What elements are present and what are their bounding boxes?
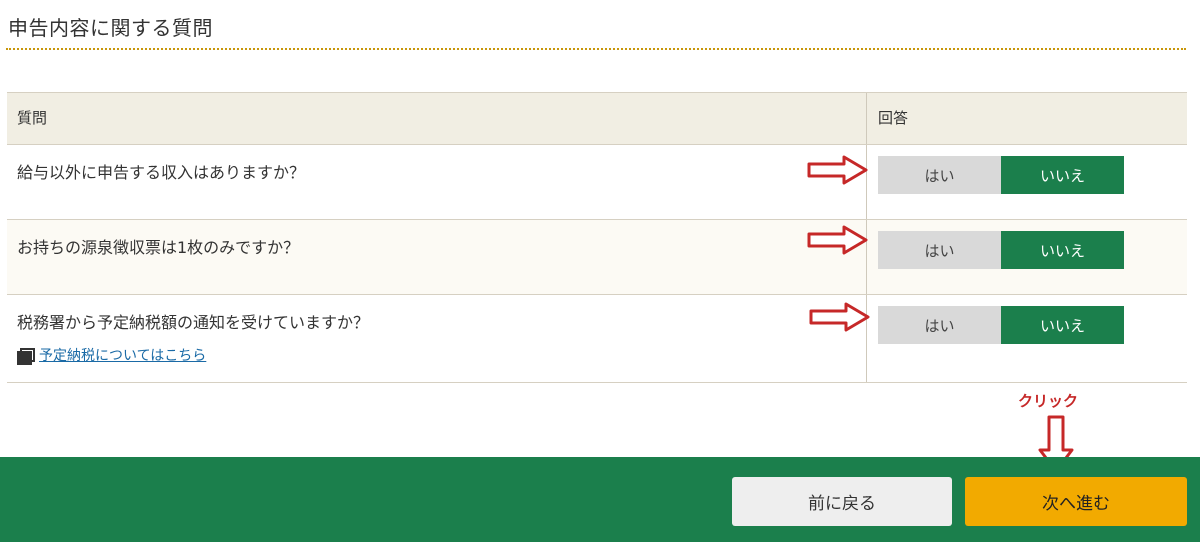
right-arrow-icon <box>807 155 868 185</box>
prepayment-link-text[interactable]: 予定納税についてはこちら <box>39 345 206 365</box>
answer-toggle-single-slip: はい いいえ <box>878 231 1124 269</box>
yes-button[interactable]: はい <box>878 156 1001 194</box>
header-question: 質問 <box>7 93 867 144</box>
table-row: お持ちの源泉徴収票は1枚のみですか？ はい いいえ <box>7 220 1187 295</box>
no-button-selected[interactable]: いいえ <box>1001 156 1124 194</box>
right-arrow-icon <box>809 302 870 332</box>
back-button[interactable]: 前に戻る <box>732 477 952 526</box>
question-table: 質問 回答 給与以外に申告する収入はありますか？ はい いいえ お持ちの源泉徴収… <box>7 92 1187 383</box>
click-annotation: クリック <box>1018 392 1079 410</box>
prepayment-help-link[interactable]: 予定納税についてはこちら <box>17 345 856 365</box>
answer-toggle-prepayment-notice: はい いいえ <box>878 306 1124 344</box>
next-button[interactable]: 次へ進む <box>965 477 1187 526</box>
table-row: 税務署から予定納税額の通知を受けていますか？ 予定納税についてはこちら はい い… <box>7 295 1187 383</box>
section-title: 申告内容に関する質問 <box>8 16 213 40</box>
question-text: 給与以外に申告する収入はありますか？ <box>7 145 867 219</box>
yes-button[interactable]: はい <box>878 231 1001 269</box>
external-window-icon <box>17 348 35 365</box>
right-arrow-icon <box>807 225 868 255</box>
footer-bar: 前に戻る 次へ進む <box>0 457 1200 542</box>
table-header: 質問 回答 <box>7 93 1187 145</box>
title-divider <box>6 48 1186 50</box>
table-row: 給与以外に申告する収入はありますか？ はい いいえ <box>7 145 1187 220</box>
no-button-selected[interactable]: いいえ <box>1001 306 1124 344</box>
header-answer: 回答 <box>878 109 909 127</box>
answer-toggle-other-income: はい いいえ <box>878 156 1124 194</box>
question-text: お持ちの源泉徴収票は1枚のみですか？ <box>7 220 867 294</box>
yes-button[interactable]: はい <box>878 306 1001 344</box>
no-button-selected[interactable]: いいえ <box>1001 231 1124 269</box>
question-text: 税務署から予定納税額の通知を受けていますか？ <box>17 313 370 332</box>
page: 申告内容に関する質問 質問 回答 給与以外に申告する収入はありますか？ はい い… <box>0 0 1200 542</box>
